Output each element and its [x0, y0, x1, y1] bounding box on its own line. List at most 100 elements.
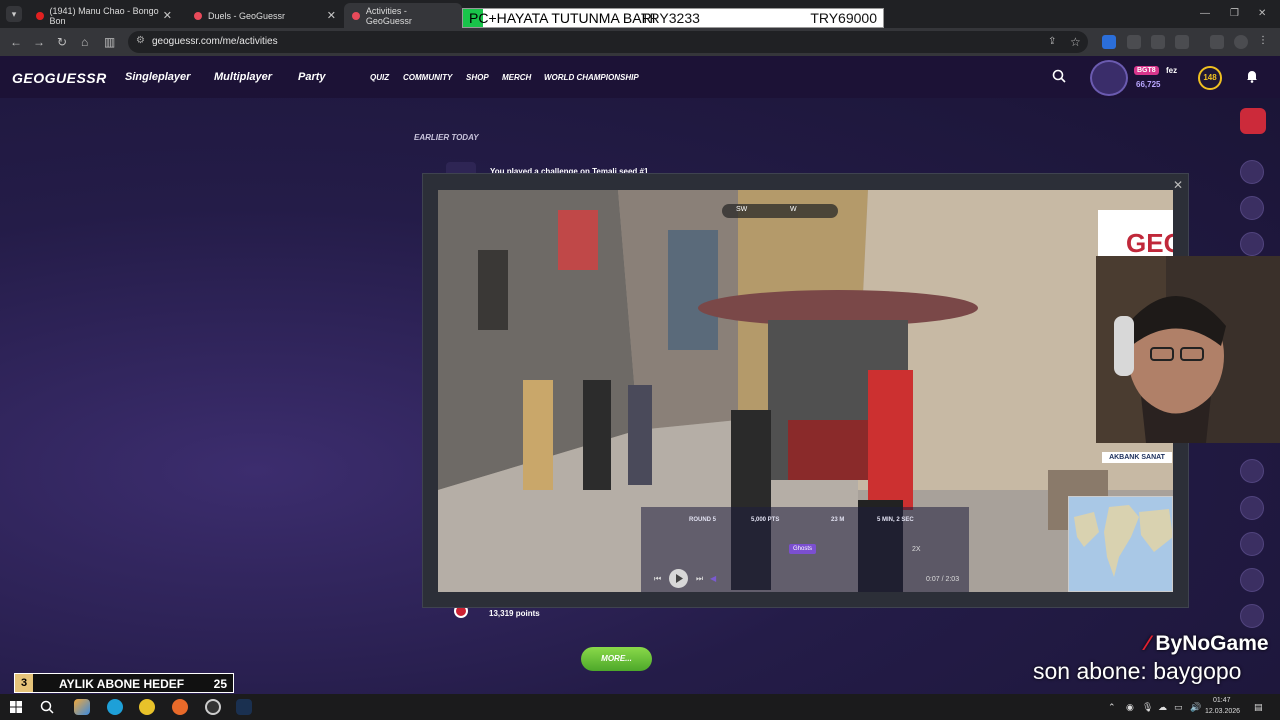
playback-speed[interactable]: 2X [912, 546, 921, 553]
distance-label: 23 M [831, 517, 845, 523]
install-icon[interactable]: ⇪ [1048, 35, 1056, 49]
reload-icon[interactable]: ↻ [57, 35, 67, 49]
browser-tab-duels[interactable]: Duels - GeoGuessr ✕ [186, 3, 342, 28]
tray-app-icon[interactable]: ◉ [1126, 702, 1134, 713]
nav-world-championship[interactable]: WORLD CHAMPIONSHIP [544, 73, 639, 82]
address-bar[interactable]: ⚙ geoguessr.com/me/activities [128, 31, 1088, 53]
extension-icon[interactable] [1102, 35, 1116, 49]
user-badge: BGT8 [1134, 66, 1159, 75]
friend-avatar[interactable] [1240, 604, 1264, 628]
donation-goal: TRY69000 [810, 10, 877, 26]
next-icon[interactable]: ⏭ [696, 574, 703, 584]
browser-tab-youtube[interactable]: (1941) Manu Chao - Bongo Bon ✕ [28, 3, 178, 28]
extensions-puzzle-icon[interactable] [1175, 35, 1189, 49]
friend-avatar[interactable] [1240, 532, 1264, 556]
chrome-icon[interactable] [139, 699, 155, 715]
copilot-icon[interactable] [74, 699, 90, 715]
close-icon[interactable]: ✕ [163, 9, 172, 22]
close-window-icon[interactable]: ✕ [1258, 8, 1266, 19]
minimize-icon[interactable]: — [1200, 8, 1210, 19]
browser-tab-activities[interactable]: Activities - GeoGuessr [344, 3, 462, 28]
playback-time: 0:07 / 2:03 [926, 576, 960, 583]
home-icon[interactable]: ⌂ [81, 35, 88, 49]
search-icon[interactable] [40, 700, 54, 714]
donation-label: PC+HAYATA TUTUNMA BARI [469, 10, 656, 26]
geoguessr-logo[interactable]: GEOGUESSR [12, 70, 107, 86]
nav-multiplayer[interactable]: Multiplayer [214, 71, 272, 83]
sub-goal-target: 25 [213, 677, 227, 691]
extension-icon[interactable] [1151, 35, 1165, 49]
round-label: ROUND 5 [689, 517, 717, 523]
sub-goal-current: 3 [15, 674, 33, 692]
bookmark-star-icon[interactable]: ☆ [1070, 35, 1081, 49]
level-badge: 148 [1198, 66, 1222, 90]
search-icon[interactable] [1052, 69, 1066, 83]
sidebar-icon[interactable]: ▥ [104, 35, 115, 49]
world-map [1074, 505, 1172, 577]
notification-icon[interactable]: ▤ [1254, 702, 1263, 713]
time-label: 5 MIN, 2 SEC [877, 517, 914, 523]
speaker-icon[interactable]: 🔊 [1190, 702, 1201, 713]
bynogame-mark-icon: ⁄ [1146, 632, 1156, 655]
coin-balance: 66,725 [1136, 80, 1161, 89]
tab-title: Activities - GeoGuessr [365, 5, 412, 26]
firefox-icon[interactable] [172, 699, 188, 715]
maximize-icon[interactable]: ❐ [1230, 8, 1239, 19]
nav-quiz[interactable]: QUIZ [370, 73, 389, 82]
nav-shop[interactable]: SHOP [466, 73, 489, 82]
friend-avatar[interactable] [1240, 496, 1264, 520]
menu-kebab-icon[interactable]: ⋮ [1258, 35, 1268, 49]
nav-singleplayer[interactable]: Singleplayer [125, 71, 190, 83]
tray-chevron-icon[interactable]: ⌃ [1108, 702, 1116, 713]
play-button[interactable] [669, 569, 688, 588]
youtube-icon [36, 11, 44, 20]
avatar[interactable] [1090, 60, 1128, 96]
obs-icon[interactable] [205, 699, 221, 715]
minimap[interactable] [1068, 496, 1173, 592]
points-label: 5,000 PTS [751, 517, 780, 523]
compass-w: W [790, 206, 797, 213]
windows-start-icon[interactable] [10, 701, 22, 713]
volume-icon[interactable]: ◀ [710, 574, 716, 583]
microphone-icon[interactable]: 🎙 [1142, 702, 1153, 713]
bell-icon[interactable] [1245, 69, 1259, 83]
subscriber-goal: 3 AYLIK ABONE HEDEF 25 [14, 673, 234, 693]
friends-panel-icon[interactable] [1240, 108, 1266, 134]
media-icon[interactable] [1210, 35, 1224, 49]
brand-text: ByNoGame [1155, 632, 1269, 655]
site-info-icon[interactable]: ⚙ [136, 35, 145, 46]
previous-icon[interactable]: ⏮ [654, 574, 661, 584]
display-icon[interactable]: ▭ [1174, 702, 1183, 713]
friend-avatar[interactable] [1240, 232, 1264, 256]
nav-community[interactable]: COMMUNITY [403, 73, 452, 82]
streamer-image [1096, 256, 1280, 443]
tab-title: Duels - GeoGuessr [208, 10, 286, 21]
edge-icon[interactable] [107, 699, 123, 715]
back-icon[interactable]: ← [10, 35, 22, 49]
tab-title: (1941) Manu Chao - Bongo Bon [49, 5, 159, 26]
nav-party[interactable]: Party [298, 71, 326, 83]
profile-icon[interactable] [1234, 35, 1248, 49]
clock-time[interactable]: 01:47 [1213, 697, 1231, 704]
friend-avatar[interactable] [1240, 160, 1264, 184]
close-icon[interactable]: ✕ [1173, 178, 1183, 192]
clock-date[interactable]: 12.03.2026 [1205, 708, 1240, 715]
more-button[interactable]: MORE... [581, 647, 652, 671]
close-icon[interactable]: ✕ [327, 9, 336, 22]
tab-search-button[interactable]: ▾ [6, 6, 22, 22]
shop-sign-geo: GEO [1126, 228, 1173, 258]
extension-icon[interactable] [1127, 35, 1141, 49]
network-icon[interactable]: ☁ [1158, 702, 1167, 713]
ghosts-toggle[interactable]: Ghosts [789, 544, 817, 554]
friend-avatar[interactable] [1240, 196, 1264, 220]
friend-avatar[interactable] [1240, 568, 1264, 592]
friend-avatar[interactable] [1240, 459, 1264, 483]
play-icon [676, 574, 683, 583]
nav-merch[interactable]: MERCH [502, 73, 531, 82]
donation-progress-bar: PC+HAYATA TUTUNMA BARI TRY3233 TRY69000 [462, 8, 884, 28]
username[interactable]: fez [1166, 66, 1177, 75]
steam-icon[interactable] [236, 699, 252, 715]
bynogame-logo: ⁄ ByNoGame [1146, 632, 1269, 656]
sub-goal-label: AYLIK ABONE HEDEF [59, 677, 185, 691]
forward-icon[interactable]: → [33, 35, 45, 49]
